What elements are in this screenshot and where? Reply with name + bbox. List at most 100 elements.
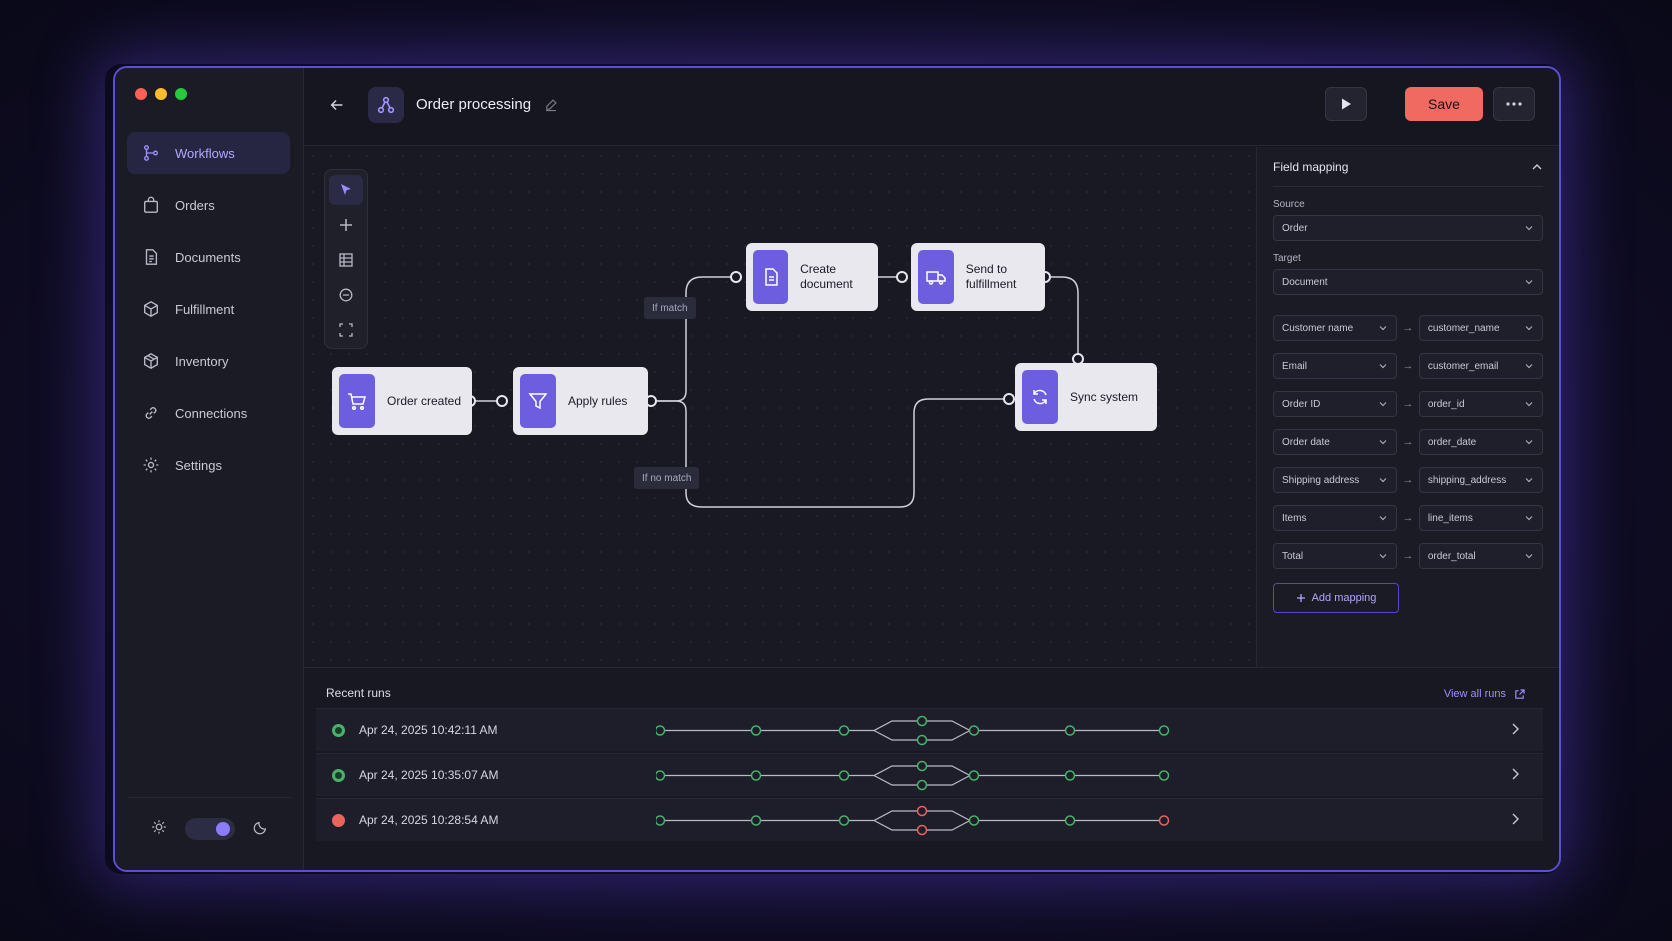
- panel-header[interactable]: Field mapping: [1273, 147, 1543, 187]
- more-options-button[interactable]: [1493, 87, 1535, 121]
- run-status-indicator: [332, 723, 345, 737]
- node-port: [730, 271, 742, 283]
- sidebar: Workflows Orders Documents Fulfillment I…: [115, 68, 304, 870]
- run-step-node: [916, 734, 928, 746]
- mapping-source-value: Customer name: [1282, 322, 1354, 334]
- run-step-node: [916, 779, 928, 791]
- workflow-canvas[interactable]: Order created Apply rules Create documen…: [304, 147, 1256, 667]
- view-all-runs-link[interactable]: View all runs: [1444, 688, 1525, 700]
- moon-icon[interactable]: [253, 819, 269, 840]
- mapping-source-value: Items: [1282, 512, 1307, 524]
- run-step-node: [968, 725, 980, 736]
- mapping-source-select[interactable]: Shipping address: [1273, 467, 1398, 493]
- maximize-window-button[interactable]: [175, 88, 187, 100]
- sidebar-item-workflows[interactable]: Workflows: [127, 132, 290, 174]
- sidebar-item-label: Workflows: [175, 145, 235, 161]
- run-timestamp: Apr 24, 2025 10:42:11 AM: [359, 723, 498, 737]
- filter-icon: [520, 374, 556, 428]
- theme-switcher: [151, 818, 269, 840]
- node-label: Order created: [387, 393, 462, 408]
- save-button[interactable]: Save: [1405, 87, 1483, 121]
- mapping-target-select[interactable]: shipping_address: [1418, 467, 1543, 493]
- add-mapping-button[interactable]: Add mapping: [1273, 583, 1399, 613]
- run-step-node: [838, 770, 850, 781]
- run-path-graph: [656, 805, 1170, 836]
- bag-icon: [141, 195, 161, 215]
- node-port: [496, 395, 508, 407]
- source-select[interactable]: Order: [1273, 215, 1543, 241]
- arrow-right-icon: →: [1402, 550, 1414, 562]
- mapping-target-value: customer_name: [1427, 322, 1500, 334]
- sun-icon[interactable]: [151, 819, 167, 840]
- external-link-icon: [1515, 688, 1525, 699]
- mapping-target-select[interactable]: order_total: [1418, 543, 1543, 569]
- mapping-target-select[interactable]: order_date: [1418, 429, 1543, 455]
- fit-view-tool[interactable]: [329, 315, 363, 345]
- box-icon: [141, 299, 161, 319]
- node-create-document[interactable]: Create document: [746, 243, 878, 311]
- run-button[interactable]: [1325, 87, 1367, 121]
- mapping-source-select[interactable]: Order date: [1273, 429, 1398, 455]
- sidebar-item-fulfillment[interactable]: Fulfillment: [127, 288, 290, 330]
- recent-runs-panel: Recent runs View all runs Apr 24, 2025 1…: [304, 667, 1559, 870]
- mapping-target-select[interactable]: customer_name: [1418, 315, 1543, 341]
- node-order-created[interactable]: Order created: [332, 367, 472, 435]
- page-title: Order processing: [416, 96, 532, 113]
- more-icon: [1506, 102, 1522, 106]
- mapping-source-value: Email: [1282, 360, 1308, 372]
- zoom-out-tool[interactable]: [329, 280, 363, 310]
- arrow-right-icon: →: [1402, 436, 1414, 448]
- pencil-icon[interactable]: [544, 98, 558, 117]
- mapping-target-select[interactable]: customer_email: [1418, 353, 1543, 379]
- theme-toggle[interactable]: [185, 818, 235, 840]
- chevron-down-icon: [1525, 440, 1533, 445]
- run-step-node: [916, 715, 928, 727]
- sidebar-item-connections[interactable]: Connections: [127, 392, 290, 434]
- arrow-right-icon: →: [1402, 398, 1414, 410]
- mapping-source-select[interactable]: Order ID: [1273, 391, 1398, 417]
- run-step-node: [838, 815, 850, 826]
- node-send-to-fulfillment[interactable]: Send to fulfillment: [911, 243, 1045, 311]
- window-controls: [135, 88, 187, 100]
- mapping-source-select[interactable]: Items: [1273, 505, 1398, 531]
- source-label: Source: [1273, 199, 1305, 210]
- mapping-target-select[interactable]: line_items: [1418, 505, 1543, 531]
- sidebar-item-inventory[interactable]: Inventory: [127, 340, 290, 382]
- add-node-tool[interactable]: [329, 210, 363, 240]
- back-arrow-icon[interactable]: [328, 96, 346, 119]
- cart-icon: [339, 374, 375, 428]
- close-window-button[interactable]: [135, 88, 147, 100]
- mapping-row: Total → order_total: [1273, 543, 1543, 569]
- chevron-right-icon[interactable]: [1509, 722, 1521, 741]
- node-apply-rules[interactable]: Apply rules: [513, 367, 648, 435]
- sidebar-item-settings[interactable]: Settings: [127, 444, 290, 486]
- link-icon: [141, 403, 161, 423]
- sidebar-item-label: Documents: [175, 249, 241, 265]
- sidebar-item-orders[interactable]: Orders: [127, 184, 290, 226]
- chevron-down-icon: [1525, 554, 1533, 559]
- mapping-source-select[interactable]: Email: [1273, 353, 1398, 379]
- field-mapping-panel: Field mapping Source Order Target Docume…: [1256, 147, 1559, 667]
- node-sync-system[interactable]: Sync system: [1015, 363, 1157, 431]
- grid-tool[interactable]: [329, 245, 363, 275]
- run-row[interactable]: Apr 24, 2025 10:28:54 AM: [316, 798, 1543, 841]
- run-row[interactable]: Apr 24, 2025 10:42:11 AM: [316, 708, 1543, 751]
- sidebar-item-documents[interactable]: Documents: [127, 236, 290, 278]
- run-step-node: [1064, 815, 1076, 826]
- chevron-right-icon[interactable]: [1509, 812, 1521, 831]
- run-timestamp: Apr 24, 2025 10:28:54 AM: [359, 813, 499, 827]
- run-row[interactable]: Apr 24, 2025 10:35:07 AM: [316, 753, 1543, 796]
- target-value: Document: [1282, 276, 1328, 288]
- mapping-source-select[interactable]: Customer name: [1273, 315, 1398, 341]
- target-select[interactable]: Document: [1273, 269, 1543, 295]
- view-all-label: View all runs: [1443, 688, 1506, 700]
- mapping-target-value: order_date: [1427, 436, 1477, 448]
- mapping-target-select[interactable]: order_id: [1418, 391, 1543, 417]
- run-step-node: [1064, 770, 1076, 781]
- minimize-window-button[interactable]: [155, 88, 167, 100]
- chevron-right-icon[interactable]: [1509, 767, 1521, 786]
- truck-icon: [918, 250, 954, 304]
- minus-circle-icon: [339, 288, 353, 302]
- mapping-source-select[interactable]: Total: [1273, 543, 1398, 569]
- select-tool[interactable]: [329, 175, 363, 205]
